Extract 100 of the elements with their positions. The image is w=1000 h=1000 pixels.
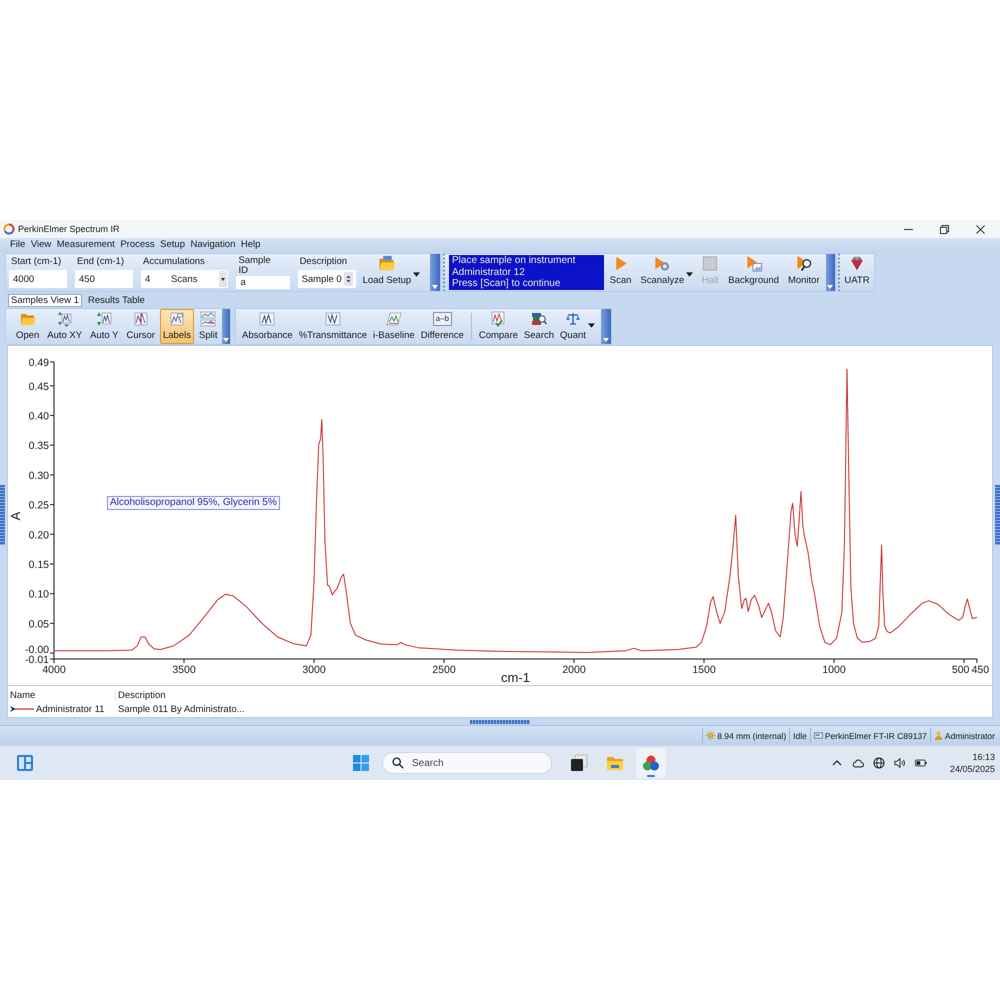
- field-label: End (cm-1): [76, 256, 125, 268]
- toolbar-button[interactable]: Labels: [160, 309, 194, 344]
- caret-icon: [686, 272, 694, 277]
- y-tick-label: 0.45: [28, 380, 49, 393]
- spectrum-cursor-icon: [132, 311, 149, 327]
- field-label: Description: [298, 256, 348, 268]
- toolbar-button[interactable]: Background: [725, 254, 782, 291]
- restore-icon: [940, 224, 948, 234]
- instrument-icon: [814, 731, 823, 740]
- dips-icon: [324, 311, 341, 327]
- x-axis-title: cm-1: [501, 670, 530, 685]
- splitter-handle[interactable]: [0, 485, 5, 545]
- toolbar-button[interactable]: Monitor: [784, 254, 823, 291]
- toolbar-button[interactable]: Quant: [558, 309, 597, 344]
- close-icon: [976, 224, 984, 234]
- spin-arrows-icon: [344, 272, 353, 286]
- menu-item[interactable]: Setup: [160, 239, 185, 251]
- caret-icon: [413, 272, 420, 277]
- toolbar-button[interactable]: Open: [13, 309, 42, 344]
- spin-field[interactable]: Sample 0: [298, 270, 356, 288]
- spectrum-label[interactable]: Alcoholisopropanol 95%, Glycerin 5%: [107, 496, 280, 510]
- text-field[interactable]: a: [236, 276, 290, 289]
- sun-icon: [706, 731, 716, 740]
- message-line: Place sample on instrument: [452, 255, 576, 267]
- toolbar-button[interactable]: Scanalyze: [637, 254, 696, 291]
- column-header: Name: [9, 690, 36, 700]
- status-text: 8.94 mm (internal): [717, 730, 786, 740]
- menu-item[interactable]: Measurement: [56, 239, 115, 251]
- field-label: Accumulations: [142, 256, 206, 268]
- toolbar-options-button[interactable]: [222, 309, 230, 344]
- clock-time[interactable]: 16:13: [972, 751, 995, 763]
- message-line: Press [Scan] to continue: [452, 278, 562, 290]
- status-text: Idle: [793, 730, 807, 740]
- y-tick-label: 0.25: [28, 500, 49, 512]
- y-tick-label: 0.20: [28, 529, 49, 542]
- search-field[interactable]: Search: [382, 752, 552, 774]
- toolbar-button[interactable]: Cursor: [123, 309, 158, 344]
- window-title: PerkinElmer Spectrum IR: [18, 224, 120, 234]
- caret-icon: [432, 285, 438, 289]
- peaks-icon: [259, 311, 276, 327]
- caret-icon: [603, 338, 609, 342]
- x-tick-label: 1500: [692, 664, 716, 676]
- caret-icon: [827, 285, 834, 289]
- toolbar-button[interactable]: %Transmittance: [296, 309, 369, 344]
- play-magnifier-icon: [794, 255, 813, 272]
- cloud-icon[interactable]: [852, 757, 864, 769]
- menu-item[interactable]: Help: [240, 239, 260, 251]
- toolbar-options-button[interactable]: [601, 309, 611, 344]
- stop-icon: [701, 255, 720, 272]
- toolbar-button[interactable]: Load Setup: [360, 254, 422, 291]
- balance-scale-icon: [564, 311, 581, 327]
- toolbar-button[interactable]: Absorbance: [240, 309, 295, 344]
- widgets-icon: [16, 754, 34, 772]
- folder-icon: [20, 311, 36, 327]
- folder-icon: [378, 255, 396, 272]
- speaker-icon[interactable]: [894, 757, 906, 769]
- logo-icon: [3, 223, 15, 235]
- x-tick-label: 1000: [822, 664, 846, 676]
- clock-date[interactable]: 24/05/2025: [950, 763, 995, 775]
- y-tick-label: -0.00: [25, 644, 49, 656]
- toolbar-button[interactable]: Split: [196, 309, 220, 344]
- column-header: Description: [115, 690, 248, 700]
- y-tick-label: 0.05: [28, 618, 49, 630]
- splitter-handle[interactable]: [995, 485, 1000, 545]
- menu-item[interactable]: Navigation: [190, 239, 236, 251]
- globe-icon[interactable]: [872, 757, 885, 769]
- tab[interactable]: Results Table: [84, 294, 148, 307]
- menu-item[interactable]: File: [10, 239, 26, 251]
- toolbar-button[interactable]: Search: [522, 309, 556, 344]
- y-tick-label: 0.40: [28, 410, 49, 422]
- toolbar-button[interactable]: Auto Y: [87, 309, 122, 344]
- four-squares-icon: [352, 754, 370, 772]
- text-field[interactable]: 4000: [9, 270, 67, 288]
- tab[interactable]: Samples View 1: [8, 294, 82, 307]
- y-tick-label: 0.10: [28, 588, 49, 601]
- x-tick-label: 3500: [172, 664, 196, 676]
- line-marker-icon: [10, 705, 34, 713]
- toolbar-options-button[interactable]: [826, 254, 835, 291]
- text-field[interactable]: 450: [75, 270, 133, 288]
- toolbar-button[interactable]: a–b Difference: [418, 309, 466, 344]
- menu-item[interactable]: Process: [120, 239, 155, 251]
- menu-item[interactable]: View: [30, 239, 52, 251]
- dropdown-field[interactable]: 4 Scans: [141, 270, 228, 288]
- toolbar-button[interactable]: Compare: [476, 309, 520, 344]
- play-picture-icon: [744, 255, 763, 272]
- toolbar-button[interactable]: Auto XY: [44, 309, 86, 344]
- toolbar-button[interactable]: UATR: [841, 254, 873, 291]
- split-spectrum-icon: [200, 311, 216, 327]
- y-tick-label: 0.30: [28, 470, 49, 482]
- toolbar-button[interactable]: i-Baseline: [370, 309, 417, 344]
- splitter-handle[interactable]: [470, 720, 530, 724]
- name-cell: Administrator 11: [36, 704, 104, 714]
- battery-icon[interactable]: [914, 757, 927, 769]
- user-icon: [934, 731, 943, 740]
- toolbar-options-button[interactable]: [430, 254, 440, 291]
- message-line: Administrator 12: [452, 266, 526, 278]
- books-search-icon: [530, 311, 547, 327]
- x-tick-label: 2000: [562, 664, 586, 676]
- toolbar-button[interactable]: Scan: [606, 254, 634, 291]
- colored-circles-icon: [642, 754, 660, 772]
